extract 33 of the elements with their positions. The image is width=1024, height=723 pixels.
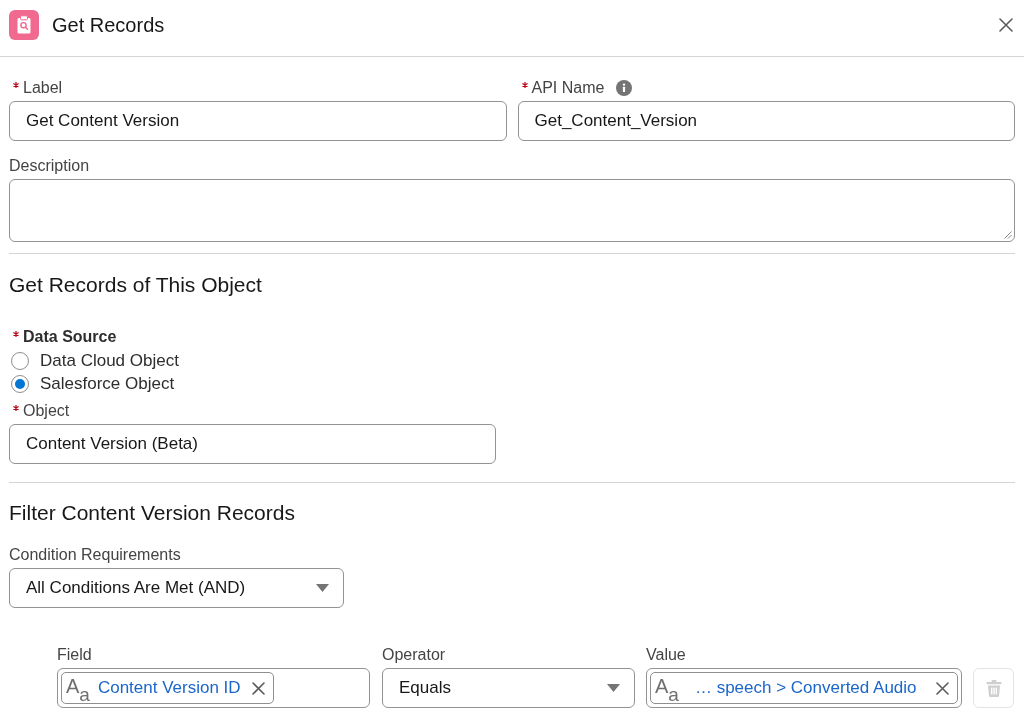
- info-icon[interactable]: [616, 80, 633, 96]
- clipboard-search-icon: [9, 10, 39, 40]
- field-label: Operator: [382, 646, 446, 664]
- section-title: Get Records of This Object: [9, 273, 262, 297]
- modal-title: Get Records: [52, 13, 165, 37]
- field-label: Field: [57, 646, 92, 664]
- trash-icon: [985, 679, 1002, 697]
- remove-icon[interactable]: [251, 681, 265, 695]
- radio-label[interactable]: Data Cloud Object: [40, 350, 179, 371]
- pill-text: … speech > Converted Audio: [694, 678, 917, 698]
- field-label: Value: [646, 646, 686, 664]
- label-input[interactable]: Get Content Version: [9, 101, 507, 141]
- field-label: Description: [9, 157, 90, 175]
- field-label: Label: [23, 79, 63, 97]
- object-input[interactable]: Content Version (Beta): [9, 424, 496, 464]
- close-icon[interactable]: [999, 18, 1013, 32]
- operator-select[interactable]: Equals: [382, 668, 635, 708]
- remove-icon[interactable]: [936, 681, 949, 695]
- description-textarea[interactable]: [9, 179, 1015, 242]
- field-label: Object: [23, 402, 70, 420]
- section-title: Filter Content Version Records: [9, 501, 295, 525]
- field-label: Condition Requirements: [9, 546, 181, 564]
- resize-grip-icon[interactable]: [1004, 231, 1012, 239]
- condition-requirements-select[interactable]: All Conditions Are Met (AND): [9, 568, 344, 608]
- dropdown-caret-icon: [316, 584, 329, 592]
- radio-label[interactable]: Salesforce Object: [40, 373, 175, 394]
- radio-button[interactable]: [11, 351, 29, 370]
- radio-button[interactable]: [11, 374, 29, 393]
- api-name-input[interactable]: Get_Content_Version: [517, 101, 1015, 141]
- dropdown-caret-icon: [607, 684, 620, 692]
- pill-text: Content Version ID: [97, 678, 241, 698]
- field-label: API Name: [531, 79, 605, 97]
- field-label: Data Source: [23, 328, 117, 346]
